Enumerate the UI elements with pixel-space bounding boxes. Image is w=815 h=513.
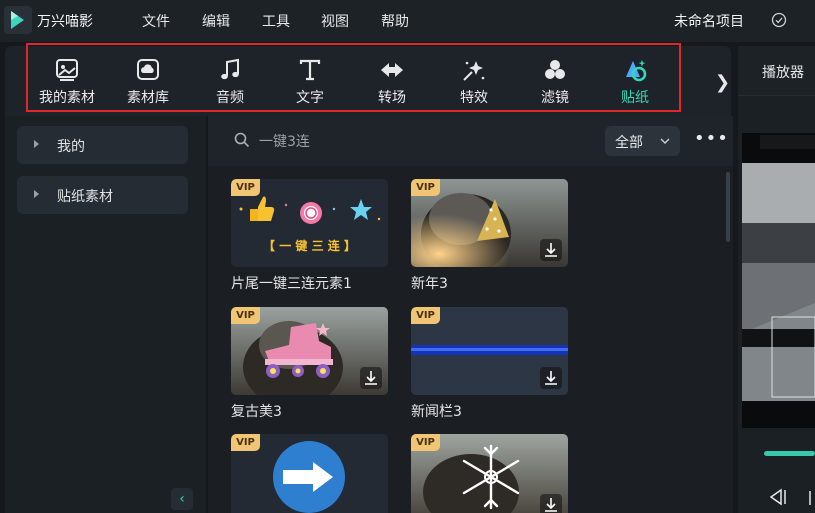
sticker-category-sidebar: 我的 贴纸素材 ‹ bbox=[5, 116, 206, 513]
transition-icon bbox=[381, 63, 403, 77]
chevron-down-icon bbox=[660, 138, 670, 144]
sticker-caption: 【 一 键 三 连 】 bbox=[263, 238, 356, 253]
effects-sparkle-icon bbox=[463, 61, 485, 81]
search-icon bbox=[234, 132, 250, 148]
sticker-browser: 全部 ••• 【 一 键 三 连 】 VIP 片尾一 bbox=[208, 116, 733, 513]
tab-stickers-label: 贴纸 bbox=[621, 90, 649, 106]
more-options-icon[interactable]: ••• bbox=[694, 130, 728, 150]
previous-frame-icon[interactable] bbox=[767, 488, 789, 506]
menu-file[interactable]: 文件 bbox=[142, 11, 170, 31]
project-name[interactable]: 未命名项目 bbox=[674, 11, 744, 31]
vip-badge: VIP bbox=[411, 307, 440, 324]
sticker-title: 复古美3 bbox=[231, 404, 282, 420]
my-media-icon bbox=[56, 59, 78, 81]
tab-audio[interactable]: 音频 bbox=[191, 52, 269, 110]
player-preview bbox=[742, 133, 815, 428]
tab-my-media-label: 我的素材 bbox=[39, 90, 95, 106]
tab-text-label: 文字 bbox=[296, 90, 324, 106]
vip-badge: VIP bbox=[411, 179, 440, 196]
sticker-thumbnail: VIP bbox=[411, 179, 568, 267]
player-tab-label: 播放器 bbox=[762, 65, 804, 81]
title-bar: 万兴喵影 文件 编辑 工具 视图 帮助 未命名项目 bbox=[0, 0, 815, 42]
filter-selected-value: 全部 bbox=[615, 135, 643, 151]
tab-effects-label: 特效 bbox=[460, 90, 488, 106]
sticker-title: 新年3 bbox=[411, 276, 448, 292]
menu-tools[interactable]: 工具 bbox=[262, 11, 290, 31]
save-status-check-icon[interactable] bbox=[771, 12, 787, 28]
app-name: 万兴喵影 bbox=[37, 14, 93, 30]
download-icon[interactable] bbox=[540, 367, 562, 389]
menu-help[interactable]: 帮助 bbox=[381, 11, 409, 31]
tab-stock-library-label: 素材库 bbox=[127, 90, 169, 106]
player-panel: 播放器 bbox=[738, 46, 815, 513]
sticker-thumbnail: VIP bbox=[411, 307, 568, 395]
download-icon[interactable] bbox=[540, 494, 562, 513]
play-icon[interactable] bbox=[808, 490, 815, 506]
app-logo-icon bbox=[4, 6, 32, 34]
tab-text[interactable]: 文字 bbox=[271, 52, 349, 110]
tab-effects[interactable]: 特效 bbox=[435, 52, 513, 110]
sticker-thumbnail: VIP bbox=[231, 307, 388, 395]
expand-arrow-icon bbox=[34, 190, 39, 198]
sidebar-item-label: 贴纸素材 bbox=[57, 189, 113, 205]
sticker-thumbnail: 【 一 键 三 连 】 VIP bbox=[231, 179, 388, 267]
audio-note-icon bbox=[221, 58, 239, 80]
player-tab[interactable]: 播放器 bbox=[738, 46, 815, 96]
content-scrollbar[interactable] bbox=[726, 172, 730, 242]
sticker-thumbnail: VIP bbox=[231, 434, 388, 513]
sidebar-item-label: 我的 bbox=[57, 139, 85, 155]
menu-edit[interactable]: 编辑 bbox=[202, 11, 230, 31]
search-input[interactable] bbox=[259, 132, 509, 152]
playback-progress-bar[interactable] bbox=[764, 451, 815, 456]
vip-badge: VIP bbox=[231, 434, 260, 451]
toolbar-more-arrow-icon[interactable]: ❯ bbox=[715, 72, 730, 93]
vip-badge: VIP bbox=[231, 307, 260, 324]
media-toolbar: 我的素材 素材库 音频 文字 转场 特效 滤镜 贴纸 bbox=[5, 46, 731, 116]
tab-filters-label: 滤镜 bbox=[541, 90, 569, 106]
stock-library-icon bbox=[137, 59, 159, 80]
sticker-title: 新闻栏3 bbox=[411, 404, 462, 420]
preview-frame bbox=[742, 133, 815, 428]
tab-transitions-label: 转场 bbox=[378, 90, 406, 106]
sticker-thumbnail: VIP bbox=[411, 434, 568, 513]
sticker-icon bbox=[626, 60, 647, 82]
vip-badge: VIP bbox=[231, 179, 260, 196]
sidebar-item-mine[interactable]: 我的 bbox=[17, 126, 188, 164]
search-bar: 全部 ••• bbox=[208, 116, 733, 166]
tab-filters[interactable]: 滤镜 bbox=[516, 52, 594, 110]
filter-dropdown[interactable]: 全部 bbox=[605, 126, 680, 156]
text-t-icon bbox=[299, 59, 321, 81]
vip-badge: VIP bbox=[411, 434, 440, 451]
tab-my-media[interactable]: 我的素材 bbox=[28, 52, 106, 110]
filter-circles-icon bbox=[545, 60, 565, 79]
download-icon[interactable] bbox=[540, 239, 562, 261]
expand-arrow-icon bbox=[34, 140, 39, 148]
collapse-sidebar-button[interactable]: ‹ bbox=[171, 488, 193, 510]
menu-view[interactable]: 视图 bbox=[321, 11, 349, 31]
download-icon[interactable] bbox=[360, 367, 382, 389]
tab-stickers[interactable]: 贴纸 bbox=[596, 52, 674, 110]
tab-audio-label: 音频 bbox=[216, 90, 244, 106]
tab-transitions[interactable]: 转场 bbox=[353, 52, 431, 110]
tab-stock-library[interactable]: 素材库 bbox=[109, 52, 187, 110]
sticker-title: 片尾一键三连元素1 bbox=[231, 276, 352, 292]
sidebar-item-sticker-materials[interactable]: 贴纸素材 bbox=[17, 176, 188, 214]
